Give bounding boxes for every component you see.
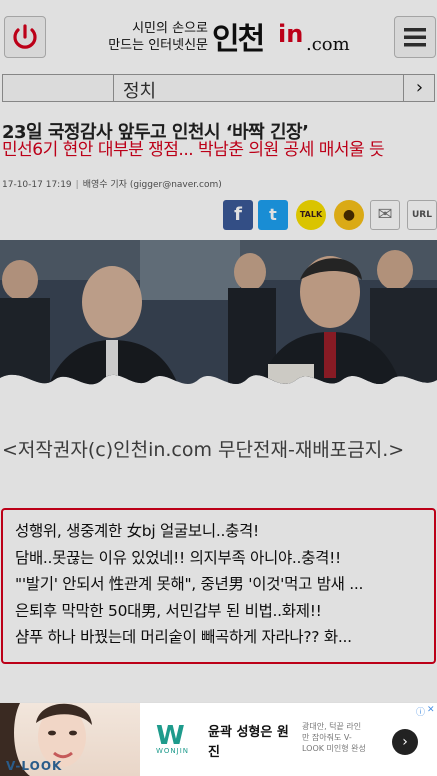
tagline-line-1: 시민의 손으로 (132, 21, 208, 36)
kakaotalk-share-icon[interactable]: TALK (296, 200, 326, 230)
site-header: 시민의 손으로 만드는 인터넷신문 인천 in .com (0, 0, 437, 72)
section-label[interactable]: 정치 (123, 77, 156, 103)
power-icon (13, 24, 37, 49)
ad-info-icon[interactable]: ⓘ (416, 705, 425, 718)
tagline-line-2: 만드는 인터넷신문 (108, 38, 208, 53)
facebook-share-icon[interactable]: f (223, 200, 253, 230)
mail-share-icon[interactable]: ✉ (370, 200, 400, 230)
sponsored-link[interactable]: 은퇴후 막막한 50대男, 서민갑부 된 비법..화제!! (15, 599, 425, 621)
ad-model-image: V-LOOK (0, 703, 140, 776)
wonjin-logo-name: WONJIN (156, 747, 190, 755)
power-button[interactable] (4, 16, 46, 58)
site-tagline: 시민의 손으로 만드는 인터넷신문 (88, 20, 208, 54)
logo-korean[interactable]: 인천 (212, 14, 265, 58)
article-author: 배영수 기자 (gigger@naver.com) (82, 180, 222, 190)
logo-in[interactable]: in (278, 20, 303, 48)
article-meta: 17-10-17 17:19 | 배영수 기자 (gigger@naver.com) (2, 177, 222, 190)
article-photo (0, 240, 437, 426)
ad-close-icon[interactable]: ✕ (427, 705, 435, 715)
article-subheadline: 민선6기 현안 대부분 쟁점... 박남춘 의원 공세 매서울 듯 (2, 140, 385, 160)
logo-com[interactable]: .com (306, 34, 350, 55)
ad-title: 윤곽 성형은 원진 (208, 725, 289, 760)
article-date: 17-10-17 17:19 (2, 180, 72, 190)
hamburger-menu-icon (404, 28, 426, 47)
kakaostory-share-icon[interactable]: ● (334, 200, 364, 230)
bottom-ad-banner[interactable]: V-LOOK W WONJIN 윤곽 성형은 원진 광대안, 턱끝 라인만 잡아… (0, 702, 437, 776)
meta-separator: | (75, 180, 79, 190)
section-prev-area[interactable] (3, 75, 114, 101)
sponsored-link[interactable]: 담배..못끊는 이유 있었네!! 의지부족 아니야..충격!! (15, 546, 425, 568)
ad-arrow-button[interactable]: › (392, 729, 418, 755)
ad-description: 광대안, 턱끝 라인만 잡아줘도 V-LOOK 미인형 완성 (302, 722, 366, 753)
photo-caption: <저작권자(c)인천in.com 무단전재-재배포금지.> (2, 439, 405, 461)
sponsored-link[interactable]: "'발기' 안되서 性관계 못해", 중년男 '이것'먹고 밤새 ... (15, 572, 425, 594)
sponsored-link[interactable]: 샴푸 하나 바꿨는데 머리숱이 빼곡하게 자라나?? 화... (15, 625, 425, 647)
twitter-share-icon[interactable]: t (258, 200, 288, 230)
ad-model-text: V-LOOK (6, 759, 63, 773)
sponsored-links-box: 성행위, 생중계한 女bj 얼굴보니..충격! 담배..못끊는 이유 있었네!!… (1, 508, 436, 664)
menu-button[interactable] (394, 16, 436, 58)
url-copy-icon[interactable]: URL (407, 200, 437, 230)
section-nav-bar: 정치 › (2, 74, 435, 102)
sponsored-link[interactable]: 성행위, 생중계한 女bj 얼굴보니..충격! (15, 519, 425, 541)
section-next-button[interactable]: › (403, 75, 435, 101)
